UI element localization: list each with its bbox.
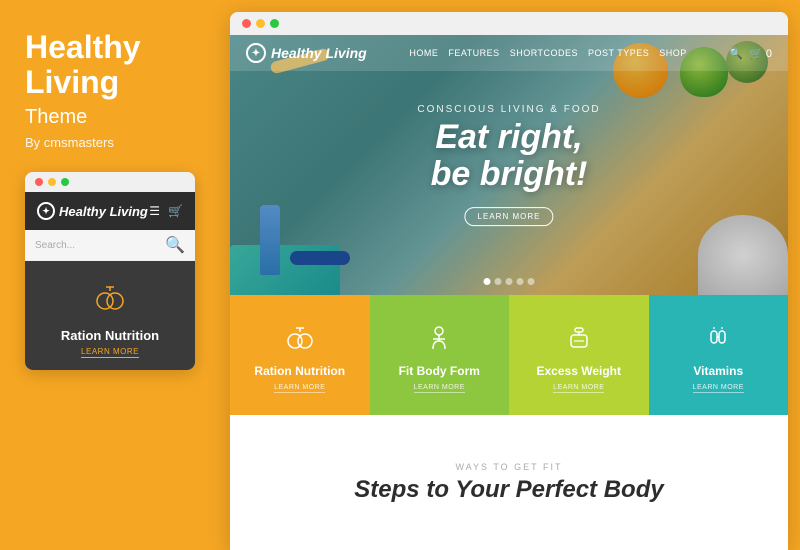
search-placeholder-text: Search... xyxy=(35,240,75,251)
vitamins-card-title: Vitamins xyxy=(693,364,743,378)
cart-icon: 🛒 xyxy=(168,204,183,218)
feature-card-ration[interactable]: Ration Nutrition LEARN MORE xyxy=(230,295,370,415)
nav-cart-icon[interactable]: 🛒 0 xyxy=(749,47,772,60)
browser-titlebar xyxy=(230,12,788,35)
ration-learn-more[interactable]: LEARN MORE xyxy=(274,384,325,393)
nav-home[interactable]: HOME xyxy=(409,48,438,58)
dot-green xyxy=(61,178,69,186)
mobile-search-bar[interactable]: Search... 🔍 xyxy=(25,230,195,261)
fit-icon xyxy=(423,321,455,358)
site-logo: ✦ Healthy Living xyxy=(246,43,367,63)
mobile-card-content: Ration Nutrition LEARN MORE xyxy=(25,261,195,370)
hamburger-icon: ☰ xyxy=(149,204,160,218)
nav-search-icon[interactable]: 🔍 xyxy=(729,47,743,60)
hero-dot-2[interactable] xyxy=(495,278,502,285)
mobile-mockup: ✦ Healthy Living ☰ 🛒 Search... 🔍 Ration xyxy=(25,172,195,370)
browser-dot-yellow xyxy=(256,19,265,28)
hero-section: ✦ Healthy Living HOME FEATURES SHORTCODE… xyxy=(230,35,788,295)
ration-card-title: Ration Nutrition xyxy=(254,364,345,378)
excess-card-title: Excess Weight xyxy=(537,364,621,378)
theme-title: Healthy Living xyxy=(25,30,205,100)
hero-title: Eat right, be bright! xyxy=(417,119,600,194)
excess-learn-more[interactable]: LEARN MORE xyxy=(553,384,604,393)
fit-learn-more[interactable]: LEARN MORE xyxy=(414,384,465,393)
mobile-ration-icon xyxy=(92,279,128,322)
site-nav-links: HOME FEATURES SHORTCODES POST TYPES SHOP xyxy=(409,48,686,58)
hero-subtext: Conscious Living & Food xyxy=(417,104,600,115)
feature-card-fit[interactable]: Fit Body Form LEARN MORE xyxy=(370,295,510,415)
site-nav: ✦ Healthy Living HOME FEATURES SHORTCODE… xyxy=(230,35,788,71)
feature-cards: Ration Nutrition LEARN MORE Fit Body For… xyxy=(230,295,788,415)
nav-shortcodes[interactable]: SHORTCODES xyxy=(510,48,578,58)
hero-dots xyxy=(484,278,535,285)
vitamins-icon xyxy=(702,321,734,358)
theme-subtitle: Theme xyxy=(25,106,205,129)
browser-mockup: ✦ Healthy Living HOME FEATURES SHORTCODE… xyxy=(230,12,788,550)
mobile-logo-icon: ✦ xyxy=(37,202,55,220)
mobile-logo: ✦ Healthy Living xyxy=(37,202,148,220)
hero-learn-more-button[interactable]: LEARN MORE xyxy=(465,207,554,226)
hero-dot-3[interactable] xyxy=(506,278,513,285)
search-icon: 🔍 xyxy=(165,235,185,255)
excess-icon xyxy=(563,321,595,358)
dot-red xyxy=(35,178,43,186)
fit-card-title: Fit Body Form xyxy=(399,364,480,378)
hero-dot-1[interactable] xyxy=(484,278,491,285)
browser-dot-green xyxy=(270,19,279,28)
hero-text-block: Conscious Living & Food Eat right, be br… xyxy=(417,104,600,226)
nav-shop[interactable]: SHOP xyxy=(659,48,687,58)
steps-title: Steps to Your Perfect Body xyxy=(354,476,663,504)
feature-card-excess[interactable]: Excess Weight LEARN MORE xyxy=(509,295,649,415)
hero-dot-5[interactable] xyxy=(528,278,535,285)
left-panel: Healthy Living Theme By cmsmasters ✦ Hea… xyxy=(0,0,230,550)
feature-card-vitamins[interactable]: Vitamins LEARN MORE xyxy=(649,295,789,415)
site-nav-icons: 🔍 🛒 0 xyxy=(729,47,772,60)
ways-label: WAYS TO GET FIT xyxy=(455,462,562,472)
mobile-nav: ✦ Healthy Living ☰ 🛒 xyxy=(25,192,195,230)
mobile-titlebar xyxy=(25,172,195,192)
ration-icon xyxy=(284,321,316,358)
bottom-section: WAYS TO GET FIT Steps to Your Perfect Bo… xyxy=(230,415,788,550)
hero-dot-4[interactable] xyxy=(517,278,524,285)
mobile-learn-more[interactable]: LEARN MORE xyxy=(81,347,139,358)
site-logo-icon: ✦ xyxy=(246,43,266,63)
mobile-nav-icons: ☰ 🛒 xyxy=(149,204,183,218)
nav-post-types[interactable]: POST TYPES xyxy=(588,48,649,58)
nav-features[interactable]: FEATURES xyxy=(448,48,499,58)
mobile-card-title: Ration Nutrition xyxy=(61,328,159,343)
browser-dot-red xyxy=(242,19,251,28)
author-label: By cmsmasters xyxy=(25,135,205,150)
vitamins-learn-more[interactable]: LEARN MORE xyxy=(693,384,744,393)
dot-yellow xyxy=(48,178,56,186)
